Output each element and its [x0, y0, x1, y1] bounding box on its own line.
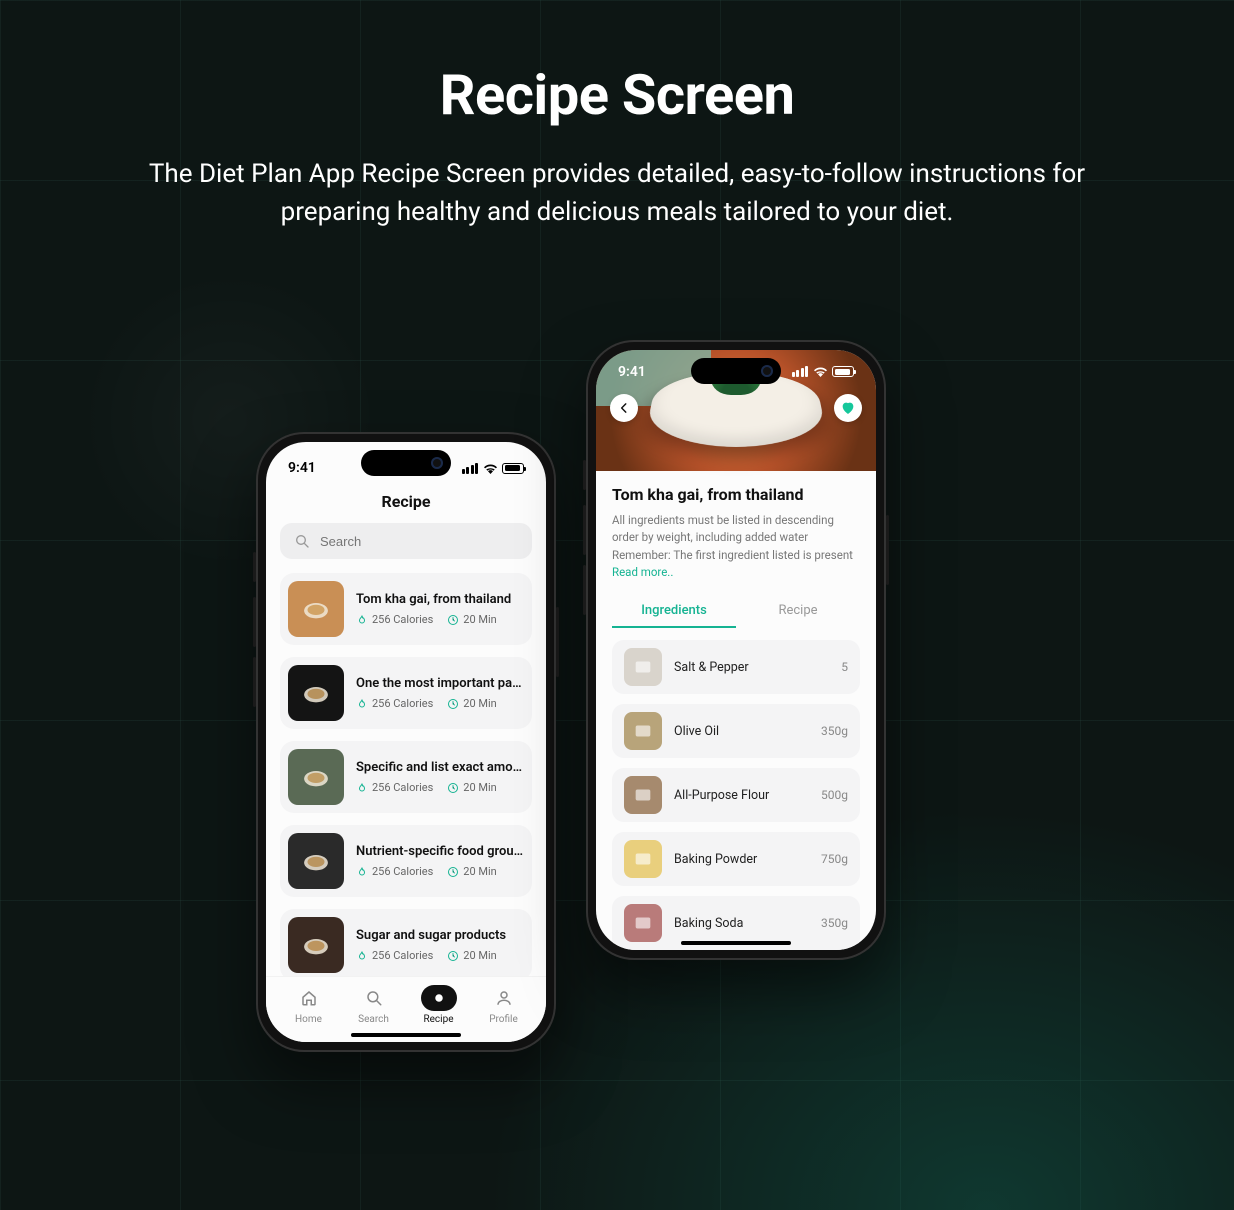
recipe-thumb: [288, 581, 344, 637]
page-subtitle: The Diet Plan App Recipe Screen provides…: [127, 156, 1107, 231]
search-field[interactable]: [320, 534, 518, 549]
nav-home[interactable]: Home: [291, 985, 327, 1025]
flame-icon: [356, 782, 368, 794]
clock-icon: [447, 866, 459, 878]
recipe-row[interactable]: One the most important parts 256 Calorie…: [280, 657, 532, 729]
recipe-thumb: [288, 749, 344, 805]
recipe-row[interactable]: Tom kha gai, from thailand 256 Calories …: [280, 573, 532, 645]
home-indicator[interactable]: [351, 1033, 461, 1037]
battery-icon: [502, 463, 524, 474]
ingredient-amount: 750g: [821, 852, 848, 866]
ingredient-row[interactable]: Salt & Pepper 5: [612, 640, 860, 694]
calories-meta: 256 Calories: [356, 865, 433, 878]
flame-icon: [356, 698, 368, 710]
phone-mockup-recipe-list: 9:41 Recipe Tom kha gai, from thailand: [256, 432, 556, 1052]
signal-icon: [462, 463, 479, 474]
recipe-thumb: [288, 665, 344, 721]
ingredient-name: Baking Powder: [674, 852, 809, 867]
ingredient-row[interactable]: Baking Powder 750g: [612, 832, 860, 886]
nav-profile[interactable]: Profile: [486, 985, 522, 1025]
nav-label: Profile: [489, 1014, 518, 1025]
recipe-name: Sugar and sugar products: [356, 928, 524, 943]
status-bar: 9:41: [596, 350, 876, 381]
search-icon: [294, 533, 310, 549]
status-time: 9:41: [288, 460, 316, 476]
read-more-link[interactable]: Read more..: [612, 565, 673, 579]
recipe-thumb: [288, 833, 344, 889]
recipe-name: One the most important parts: [356, 676, 524, 691]
nav-label: Search: [358, 1014, 389, 1025]
ingredient-name: Baking Soda: [674, 916, 809, 931]
ingredient-row[interactable]: Olive Oil 350g: [612, 704, 860, 758]
wifi-icon: [483, 463, 497, 474]
dynamic-island: [361, 450, 451, 476]
clock-icon: [447, 950, 459, 962]
ingredient-thumb: [624, 904, 662, 942]
nav-label: Home: [295, 1014, 322, 1025]
ingredient-amount: 5: [841, 660, 848, 674]
clock-icon: [447, 782, 459, 794]
battery-icon: [832, 366, 854, 377]
favorite-button[interactable]: [834, 394, 862, 422]
recipe-name: Tom kha gai, from thailand: [356, 592, 524, 607]
recipe-icon: [430, 989, 448, 1007]
ingredient-name: All-Purpose Flour: [674, 788, 809, 803]
search-input[interactable]: [280, 523, 532, 559]
ingredient-thumb: [624, 712, 662, 750]
ingredient-amount: 500g: [821, 788, 848, 802]
time-meta: 20 Min: [447, 697, 496, 710]
clock-icon: [447, 614, 459, 626]
calories-meta: 256 Calories: [356, 949, 433, 962]
time-meta: 20 Min: [447, 613, 496, 626]
ingredient-row[interactable]: All-Purpose Flour 500g: [612, 768, 860, 822]
ingredient-name: Salt & Pepper: [674, 660, 829, 675]
time-meta: 20 Min: [447, 949, 496, 962]
home-indicator[interactable]: [681, 941, 791, 945]
calories-meta: 256 Calories: [356, 781, 433, 794]
clock-icon: [447, 698, 459, 710]
flame-icon: [356, 866, 368, 878]
signal-icon: [792, 366, 809, 377]
recipe-row[interactable]: Nutrient-specific food groups 256 Calori…: [280, 825, 532, 897]
calories-meta: 256 Calories: [356, 613, 433, 626]
nav-recipe[interactable]: Recipe: [421, 985, 457, 1025]
recipe-row[interactable]: Specific and list exact amounts 256 Calo…: [280, 741, 532, 813]
ingredient-thumb: [624, 648, 662, 686]
ingredient-amount: 350g: [821, 916, 848, 930]
tab-recipe[interactable]: Recipe: [736, 595, 860, 628]
ingredient-name: Olive Oil: [674, 724, 809, 739]
calories-meta: 256 Calories: [356, 697, 433, 710]
recipe-row[interactable]: Sugar and sugar products 256 Calories 20…: [280, 909, 532, 981]
recipe-detail-title: Tom kha gai, from thailand: [612, 485, 860, 504]
flame-icon: [356, 950, 368, 962]
recipe-name: Nutrient-specific food groups: [356, 844, 524, 859]
time-meta: 20 Min: [447, 865, 496, 878]
recipe-description: All ingredients must be listed in descen…: [612, 512, 860, 581]
ingredient-amount: 350g: [821, 724, 848, 738]
recipe-thumb: [288, 917, 344, 973]
screen-title: Recipe: [266, 492, 546, 511]
heart-icon: [840, 400, 856, 416]
home-icon: [300, 989, 318, 1007]
page-title: Recipe Screen: [0, 62, 1234, 128]
phone-mockup-recipe-detail: 9:41 Tom kha gai, from thailand: [586, 340, 886, 960]
chevron-left-icon: [617, 401, 631, 415]
back-button[interactable]: [610, 394, 638, 422]
nav-search[interactable]: Search: [356, 985, 392, 1025]
ingredient-thumb: [624, 840, 662, 878]
recipe-name: Specific and list exact amounts: [356, 760, 524, 775]
wifi-icon: [813, 366, 827, 377]
tab-ingredients[interactable]: Ingredients: [612, 595, 736, 628]
flame-icon: [356, 614, 368, 626]
ingredient-thumb: [624, 776, 662, 814]
nav-label: Recipe: [423, 1014, 453, 1025]
status-time: 9:41: [618, 364, 646, 380]
time-meta: 20 Min: [447, 781, 496, 794]
search-icon: [365, 989, 383, 1007]
profile-icon: [495, 989, 513, 1007]
